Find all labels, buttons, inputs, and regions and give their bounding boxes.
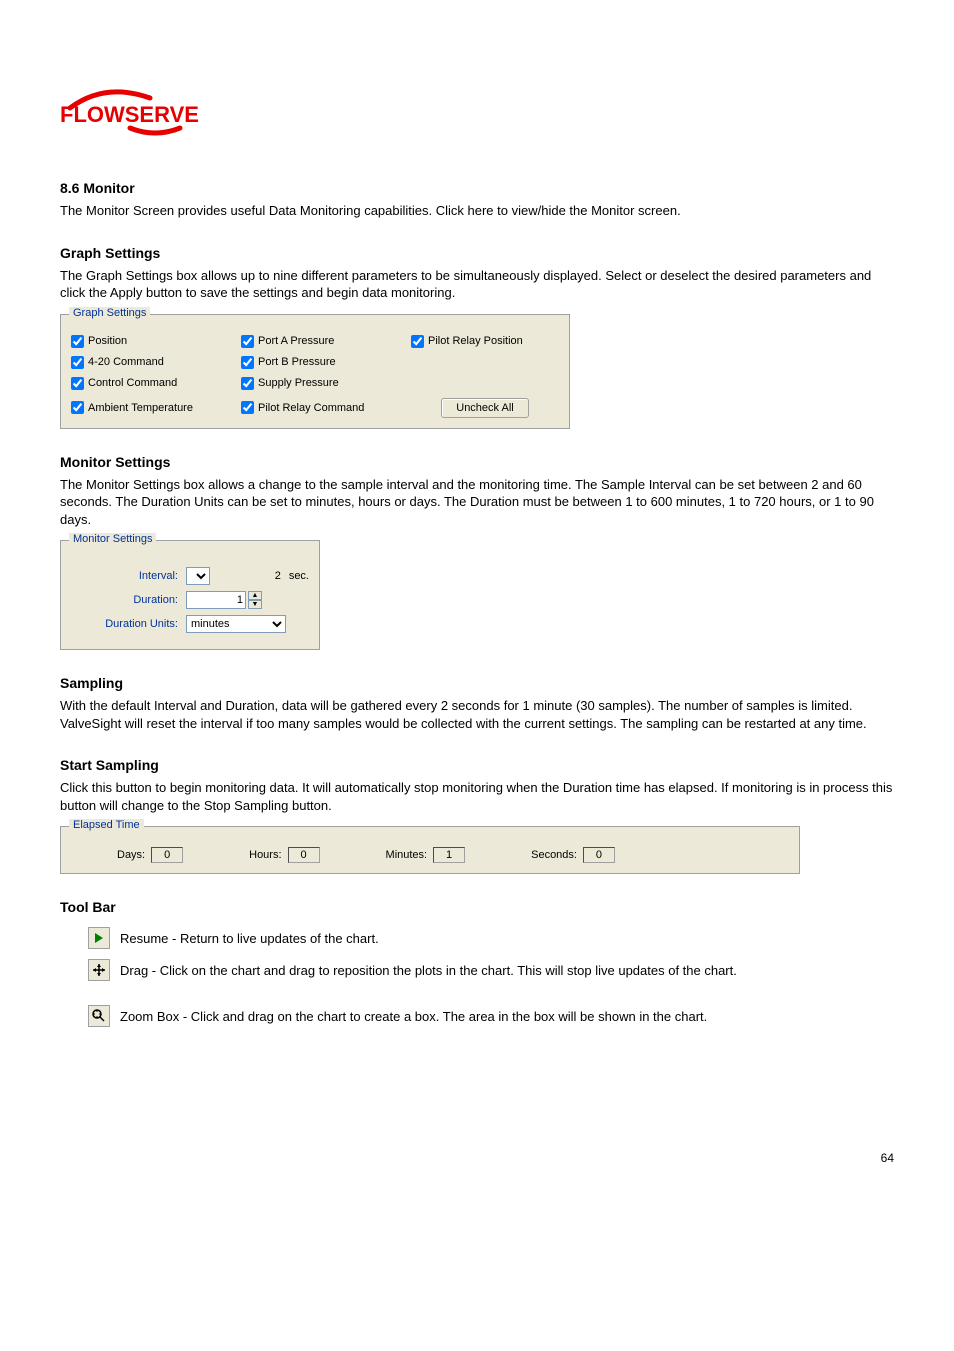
- chk-port-a-pressure[interactable]: Port A Pressure: [241, 335, 411, 348]
- interval-value: 2: [210, 570, 285, 582]
- graph-settings-legend: Graph Settings: [69, 307, 150, 319]
- chk-port-b-pressure[interactable]: Port B Pressure: [241, 356, 411, 369]
- zoom-description: Zoom Box - Click and drag on the chart t…: [120, 1009, 707, 1024]
- sampling-heading: Sampling: [60, 675, 894, 691]
- chk-pilot-relay-position[interactable]: Pilot Relay Position: [411, 335, 559, 348]
- zoom-icon[interactable]: [88, 1005, 110, 1027]
- section-8-6-title: 8.6 Monitor: [60, 180, 894, 196]
- sampling-text: With the default Interval and Duration, …: [60, 697, 894, 732]
- spinner-down-button[interactable]: ▼: [248, 600, 262, 609]
- monitor-settings-group: Monitor Settings Interval: 2 sec. Durati…: [60, 540, 320, 650]
- graph-settings-text: The Graph Settings box allows up to nine…: [60, 267, 894, 302]
- duration-label: Duration:: [71, 594, 186, 606]
- chk-position[interactable]: Position: [71, 335, 241, 348]
- graph-settings-heading: Graph Settings: [60, 245, 894, 261]
- drag-description: Drag - Click on the chart and drag to re…: [120, 963, 737, 978]
- minutes-value: 1: [433, 847, 465, 863]
- hours-value: 0: [288, 847, 320, 863]
- svg-text:FLOWSERVE: FLOWSERVE: [60, 102, 199, 127]
- drag-icon[interactable]: [88, 959, 110, 981]
- interval-select[interactable]: [186, 567, 210, 585]
- hours-label: Hours:: [249, 849, 281, 861]
- page-number: 64: [60, 1151, 894, 1165]
- chk-supply-pressure[interactable]: Supply Pressure: [241, 377, 411, 390]
- uncheck-all-button[interactable]: Uncheck All: [441, 398, 528, 418]
- intro-text: The Monitor Screen provides useful Data …: [60, 202, 894, 220]
- graph-settings-group: Graph Settings Position Port A Pressure …: [60, 314, 570, 429]
- chk-pilot-relay-command[interactable]: Pilot Relay Command: [241, 401, 411, 414]
- seconds-value: 0: [583, 847, 615, 863]
- flowserve-logo: FLOWSERVE: [60, 80, 894, 140]
- toolbar-heading: Tool Bar: [60, 899, 894, 915]
- days-label: Days:: [117, 849, 145, 861]
- elapsed-time-legend: Elapsed Time: [69, 819, 144, 831]
- play-icon[interactable]: [88, 927, 110, 949]
- chk-control-command[interactable]: Control Command: [71, 377, 241, 390]
- duration-units-select[interactable]: minutes: [186, 615, 286, 633]
- start-sampling-heading: Start Sampling: [60, 757, 894, 773]
- monitor-settings-heading: Monitor Settings: [60, 454, 894, 470]
- days-value: 0: [151, 847, 183, 863]
- duration-spinner[interactable]: ▲ ▼: [248, 591, 262, 609]
- chk-ambient-temperature[interactable]: Ambient Temperature: [71, 401, 241, 414]
- spinner-up-button[interactable]: ▲: [248, 591, 262, 600]
- duration-units-label: Duration Units:: [71, 618, 186, 630]
- monitor-settings-text: The Monitor Settings box allows a change…: [60, 476, 894, 529]
- interval-label: Interval:: [71, 570, 186, 582]
- seconds-label: Seconds:: [531, 849, 577, 861]
- duration-input[interactable]: [186, 591, 246, 609]
- monitor-settings-legend: Monitor Settings: [69, 533, 156, 545]
- chk-420-command[interactable]: 4-20 Command: [71, 356, 241, 369]
- interval-unit: sec.: [289, 570, 309, 582]
- minutes-label: Minutes:: [386, 849, 428, 861]
- elapsed-time-group: Elapsed Time Days: 0 Hours: 0 Minutes: 1…: [60, 826, 800, 874]
- start-sampling-text: Click this button to begin monitoring da…: [60, 779, 894, 814]
- resume-description: Resume - Return to live updates of the c…: [120, 931, 379, 946]
